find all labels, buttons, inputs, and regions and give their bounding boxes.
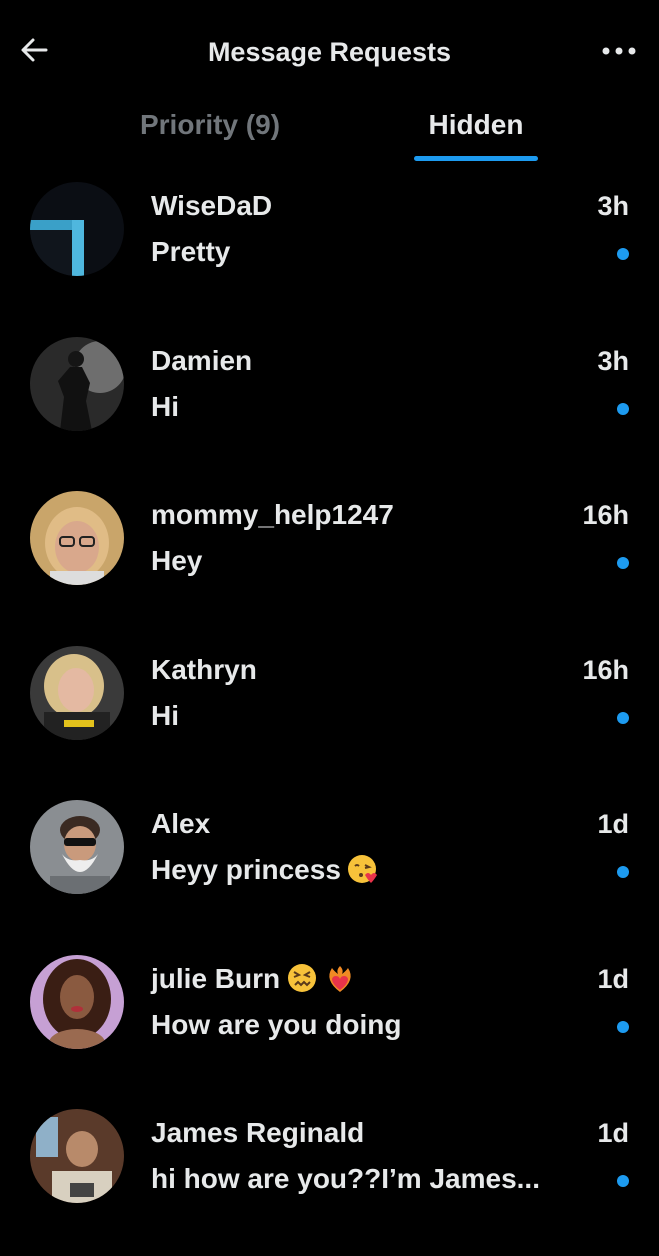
unread-indicator bbox=[617, 866, 629, 878]
tab-hidden[interactable]: Hidden bbox=[396, 100, 556, 156]
confounded-face-icon bbox=[286, 962, 318, 1005]
timestamp: 1d bbox=[597, 809, 629, 839]
unread-indicator bbox=[617, 557, 629, 569]
message-preview: How are you doing bbox=[151, 1008, 402, 1040]
more-horizontal-icon bbox=[601, 43, 637, 61]
heart-on-fire-icon bbox=[324, 962, 356, 1005]
timestamp: 16h bbox=[582, 654, 629, 685]
sender-name: mommy_help1247 bbox=[151, 499, 394, 530]
tab-priority[interactable]: Priority (9) bbox=[100, 100, 320, 156]
conversation-row[interactable]: Alex Heyy princess 1d bbox=[0, 792, 659, 947]
tab-bar: Priority (9) Hidden bbox=[0, 100, 659, 164]
unread-indicator bbox=[617, 1020, 629, 1033]
message-preview-text: Heyy princess bbox=[151, 854, 341, 885]
conversation-row[interactable]: mommy_help1247 Hey 16h bbox=[0, 483, 659, 638]
unread-indicator bbox=[617, 1175, 629, 1187]
timestamp: 16h bbox=[582, 500, 629, 530]
conversation-row[interactable]: Kathryn Hi 16h bbox=[0, 638, 659, 793]
message-preview: hi how are you??I’m James... bbox=[151, 1163, 540, 1194]
timestamp: 1d bbox=[597, 1118, 629, 1148]
sender-name: James Reginald bbox=[151, 1117, 365, 1148]
timestamp: 1d bbox=[597, 963, 629, 994]
avatar[interactable] bbox=[30, 491, 124, 585]
top-bar: Message Requests bbox=[0, 0, 659, 100]
unread-indicator bbox=[617, 402, 629, 415]
unread-indicator bbox=[617, 248, 629, 260]
avatar[interactable] bbox=[30, 182, 124, 276]
sender-name: Damien bbox=[151, 344, 253, 376]
message-preview: Heyy princess bbox=[151, 850, 591, 896]
message-preview: Pretty bbox=[151, 236, 231, 267]
conversation-row[interactable]: James Reginald hi how are you??I’m James… bbox=[0, 1101, 659, 1256]
message-preview: Hi bbox=[151, 699, 179, 731]
avatar[interactable] bbox=[30, 800, 124, 894]
avatar[interactable] bbox=[30, 645, 124, 740]
sender-name: julie Burn bbox=[151, 959, 356, 1005]
sender-name: WiseDaD bbox=[151, 190, 273, 221]
more-options-button[interactable] bbox=[597, 32, 641, 72]
avatar[interactable] bbox=[30, 336, 124, 431]
face-blowing-kiss-icon bbox=[347, 853, 379, 896]
message-preview: Hi bbox=[151, 390, 179, 422]
sender-name: Kathryn bbox=[151, 653, 257, 685]
sender-name: Alex bbox=[151, 808, 211, 839]
message-preview: Hey bbox=[151, 545, 203, 576]
timestamp: 3h bbox=[597, 345, 629, 376]
timestamp: 3h bbox=[597, 191, 629, 221]
conversation-list: WiseDaD Pretty 3h Damien Hi 3h mommy_hel… bbox=[0, 174, 659, 1256]
conversation-row[interactable]: Damien Hi 3h bbox=[0, 329, 659, 484]
unread-indicator bbox=[617, 711, 629, 724]
avatar[interactable] bbox=[30, 1109, 124, 1203]
page-title: Message Requests bbox=[207, 37, 452, 67]
avatar[interactable] bbox=[30, 954, 124, 1049]
conversation-row[interactable]: julie Burn How are you doing 1d bbox=[0, 947, 659, 1102]
conversation-row[interactable]: WiseDaD Pretty 3h bbox=[0, 174, 659, 329]
active-tab-indicator bbox=[414, 156, 538, 161]
sender-name-text: julie Burn bbox=[151, 962, 281, 994]
